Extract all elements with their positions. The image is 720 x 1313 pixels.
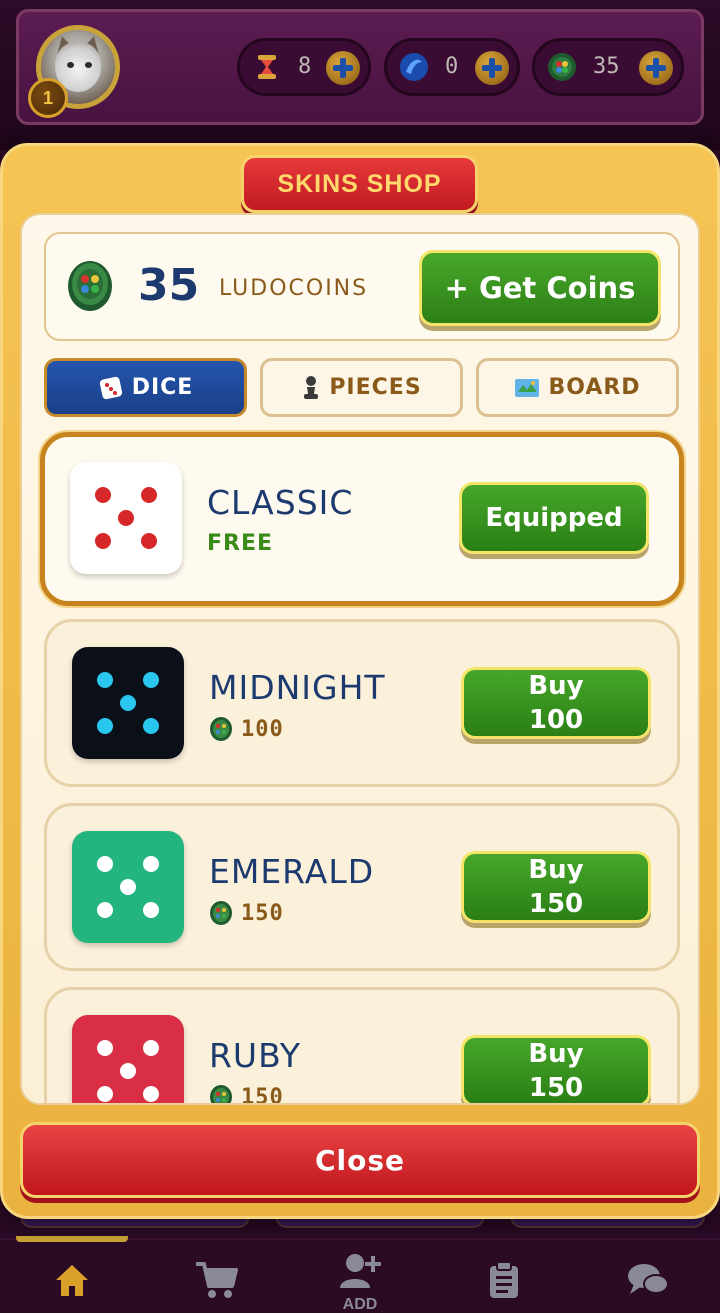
die-pip (97, 902, 113, 918)
tab-pieces[interactable]: PIECES (260, 358, 463, 417)
close-button[interactable]: Close (20, 1122, 700, 1198)
tab-label: DICE (131, 375, 194, 400)
currency-gem: 0 (384, 38, 520, 96)
currency-value: 0 (445, 54, 459, 79)
die-preview (70, 462, 182, 574)
get-coins-button[interactable]: + Get Coins (419, 250, 661, 326)
tab-label: PIECES (329, 375, 422, 400)
clipboard-icon (490, 1261, 518, 1298)
plus-icon (646, 58, 666, 78)
price-value: 150 (241, 1084, 284, 1105)
nav-home[interactable] (48, 1260, 96, 1308)
currency-value: 8 (298, 54, 312, 79)
die-pip (143, 672, 159, 688)
currency-value: 35 (593, 54, 620, 79)
level-badge: 1 (28, 78, 68, 118)
plus-icon (333, 58, 353, 78)
skin-name: MIDNIGHT (209, 668, 386, 707)
skin-price: 150 (209, 1084, 284, 1105)
die-pip (141, 487, 157, 503)
die-pip (120, 695, 136, 711)
add-gem-button[interactable] (475, 51, 509, 85)
shop-panel: 35 LUDOCOINS + Get Coins DICE PIECES BOA… (20, 213, 700, 1105)
tab-dice[interactable]: DICE (44, 358, 247, 417)
dice-icon (99, 376, 122, 399)
add-friend-icon (340, 1254, 381, 1288)
button-label: Buy (528, 671, 584, 701)
home-icon (56, 1265, 88, 1296)
tab-label: BOARD (548, 375, 641, 400)
skin-price: 100 (209, 716, 284, 742)
die-pip (141, 533, 157, 549)
button-price: 150 (528, 1073, 584, 1103)
buy-button[interactable]: Buy 150 (461, 851, 651, 923)
price-value: 150 (241, 900, 284, 926)
skin-card-emerald: EMERALD 150 Buy 150 (44, 803, 680, 971)
button-price: 150 (528, 889, 584, 919)
gem-icon (400, 53, 428, 81)
die-pip (143, 718, 159, 734)
die-pip (97, 1040, 113, 1056)
die-preview (72, 831, 184, 943)
wallet-box: 35 LUDOCOINS + Get Coins (44, 232, 680, 341)
die-pip (97, 672, 113, 688)
map-icon (515, 378, 540, 397)
plus-icon (482, 58, 502, 78)
currency-hourglass: 8 (237, 38, 371, 96)
die-pip (143, 1086, 159, 1102)
nav-shop[interactable] (192, 1260, 240, 1308)
buy-button[interactable]: Buy 150 (461, 1035, 651, 1103)
skin-card-midnight: MIDNIGHT 100 Buy 100 (44, 619, 680, 787)
equipped-button[interactable]: Equipped (459, 482, 649, 554)
die-pip (143, 856, 159, 872)
die-pip (95, 487, 111, 503)
die-preview (72, 1015, 184, 1103)
skin-name: EMERALD (209, 852, 375, 891)
currency-ludocoin: 35 (532, 38, 684, 96)
die-pip (118, 510, 134, 526)
buy-button[interactable]: Buy 100 (461, 667, 651, 739)
skin-card-ruby: RUBY 150 Buy 150 (44, 987, 680, 1105)
wallet-label: LUDOCOINS (219, 276, 369, 301)
ludocoin-icon (68, 261, 112, 311)
pawn-icon (304, 375, 319, 399)
button-label: Equipped (485, 503, 623, 533)
die-pip (143, 1040, 159, 1056)
button-label: Buy (528, 1039, 584, 1069)
skin-name: RUBY (209, 1036, 302, 1075)
ludocoin-icon (210, 1085, 232, 1103)
ludocoin-icon (210, 901, 232, 925)
button-price: 100 (528, 705, 584, 735)
skin-name: CLASSIC (207, 483, 354, 522)
die-pip (120, 1063, 136, 1079)
skin-price: 150 (209, 900, 284, 926)
nav-add-friend[interactable] (336, 1252, 384, 1300)
price-value: 100 (241, 716, 284, 742)
add-ludocoin-button[interactable] (639, 51, 673, 85)
die-pip (97, 718, 113, 734)
add-hourglass-button[interactable] (326, 51, 360, 85)
modal-title: SKINS SHOP (241, 155, 478, 213)
wallet-amount: 35 (138, 260, 200, 311)
die-pip (97, 1086, 113, 1102)
nav-add-label: ADD (342, 1296, 378, 1313)
die-pip (120, 879, 136, 895)
chat-icon (628, 1264, 669, 1294)
nav-tasks[interactable] (480, 1260, 528, 1308)
hourglass-icon (258, 55, 276, 79)
skin-card-classic: CLASSIC FREE Equipped (40, 432, 684, 606)
nav-active-indicator (16, 1236, 128, 1242)
die-pip (97, 856, 113, 872)
cart-icon (196, 1262, 238, 1298)
ludocoin-icon (548, 53, 576, 81)
tab-board[interactable]: BOARD (476, 358, 679, 417)
skin-price: FREE (207, 531, 274, 556)
die-preview (72, 647, 184, 759)
button-label: Buy (528, 855, 584, 885)
die-pip (143, 902, 159, 918)
nav-chat[interactable] (624, 1260, 672, 1308)
ludocoin-icon (210, 717, 232, 741)
die-pip (95, 533, 111, 549)
